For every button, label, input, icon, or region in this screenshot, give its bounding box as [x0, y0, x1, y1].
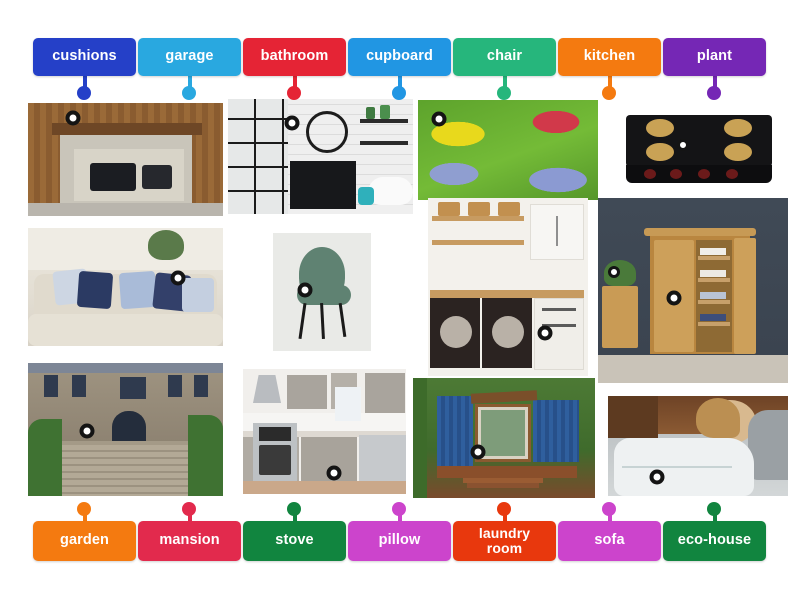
label-text: kitchen: [583, 48, 636, 65]
label-pillow[interactable]: pillow: [348, 521, 451, 561]
label-pin-stove[interactable]: [287, 502, 301, 516]
label-text: mansion: [159, 532, 220, 549]
label-text: sofa: [594, 532, 625, 549]
label-text: cupboard: [366, 48, 433, 65]
label-pin-chair[interactable]: [497, 86, 511, 100]
stove-marker[interactable]: [677, 139, 689, 151]
label-pin-garage[interactable]: [182, 86, 196, 100]
mansion-marker[interactable]: [79, 423, 95, 439]
label-text: stove: [275, 532, 314, 549]
label-text: laundry room: [478, 525, 531, 556]
plant-marker[interactable]: [608, 266, 620, 278]
label-pin-eco-house[interactable]: [707, 502, 721, 516]
label-text: garden: [60, 532, 109, 549]
mansion-photo[interactable]: [28, 363, 223, 496]
label-pin-cushions[interactable]: [77, 86, 91, 100]
label-plant[interactable]: plant: [663, 38, 766, 76]
label-pin-pillow[interactable]: [392, 502, 406, 516]
eco-house-photo[interactable]: [413, 378, 595, 498]
label-pin-cupboard[interactable]: [392, 86, 406, 100]
pillow-marker[interactable]: [649, 469, 665, 485]
garage-photo[interactable]: [28, 103, 223, 216]
label-pin-laundry-room[interactable]: [497, 502, 511, 516]
label-mansion[interactable]: mansion: [138, 521, 241, 561]
laundry-room-marker[interactable]: [537, 325, 553, 341]
label-text: pillow: [378, 532, 421, 549]
label-text: chair: [486, 48, 523, 65]
label-garden[interactable]: garden: [33, 521, 136, 561]
stove-photo[interactable]: [608, 103, 788, 198]
garage-marker[interactable]: [65, 110, 81, 126]
eco-house-marker[interactable]: [470, 444, 486, 460]
laundry-room-photo[interactable]: [428, 198, 588, 376]
label-laundry-room[interactable]: laundry room: [453, 521, 556, 561]
label-cupboard[interactable]: cupboard: [348, 38, 451, 76]
label-text: eco-house: [677, 532, 752, 549]
label-text: cushions: [52, 48, 117, 65]
label-pin-bathroom[interactable]: [287, 86, 301, 100]
label-pin-kitchen[interactable]: [602, 86, 616, 100]
label-chair[interactable]: chair: [453, 38, 556, 76]
cupboard-marker[interactable]: [666, 290, 682, 306]
bathroom-marker[interactable]: [284, 115, 300, 131]
pillow-photo[interactable]: [608, 396, 788, 496]
kitchen-photo[interactable]: [243, 369, 406, 494]
label-pin-mansion[interactable]: [182, 502, 196, 516]
cushions-marker[interactable]: [170, 270, 186, 286]
garden-marker[interactable]: [431, 111, 447, 127]
chair-marker[interactable]: [297, 282, 313, 298]
label-kitchen[interactable]: kitchen: [558, 38, 661, 76]
chair-photo[interactable]: [273, 233, 371, 351]
sofa-photo[interactable]: [28, 228, 223, 346]
label-eco-house[interactable]: eco-house: [663, 521, 766, 561]
label-text: bathroom: [260, 48, 329, 65]
label-pin-sofa[interactable]: [602, 502, 616, 516]
label-text: garage: [165, 48, 214, 65]
kitchen-marker[interactable]: [326, 465, 342, 481]
label-garage[interactable]: garage: [138, 38, 241, 76]
label-text: plant: [696, 48, 733, 65]
label-bathroom[interactable]: bathroom: [243, 38, 346, 76]
label-pin-garden[interactable]: [77, 502, 91, 516]
label-pin-plant[interactable]: [707, 86, 721, 100]
label-cushions[interactable]: cushions: [33, 38, 136, 76]
label-stove[interactable]: stove: [243, 521, 346, 561]
label-sofa[interactable]: sofa: [558, 521, 661, 561]
cupboard-photo[interactable]: [598, 198, 788, 383]
labelled-diagram-canvas: cushions garage bathroom cupboard chair kitch…: [0, 0, 800, 600]
bathroom-photo[interactable]: [228, 99, 413, 214]
